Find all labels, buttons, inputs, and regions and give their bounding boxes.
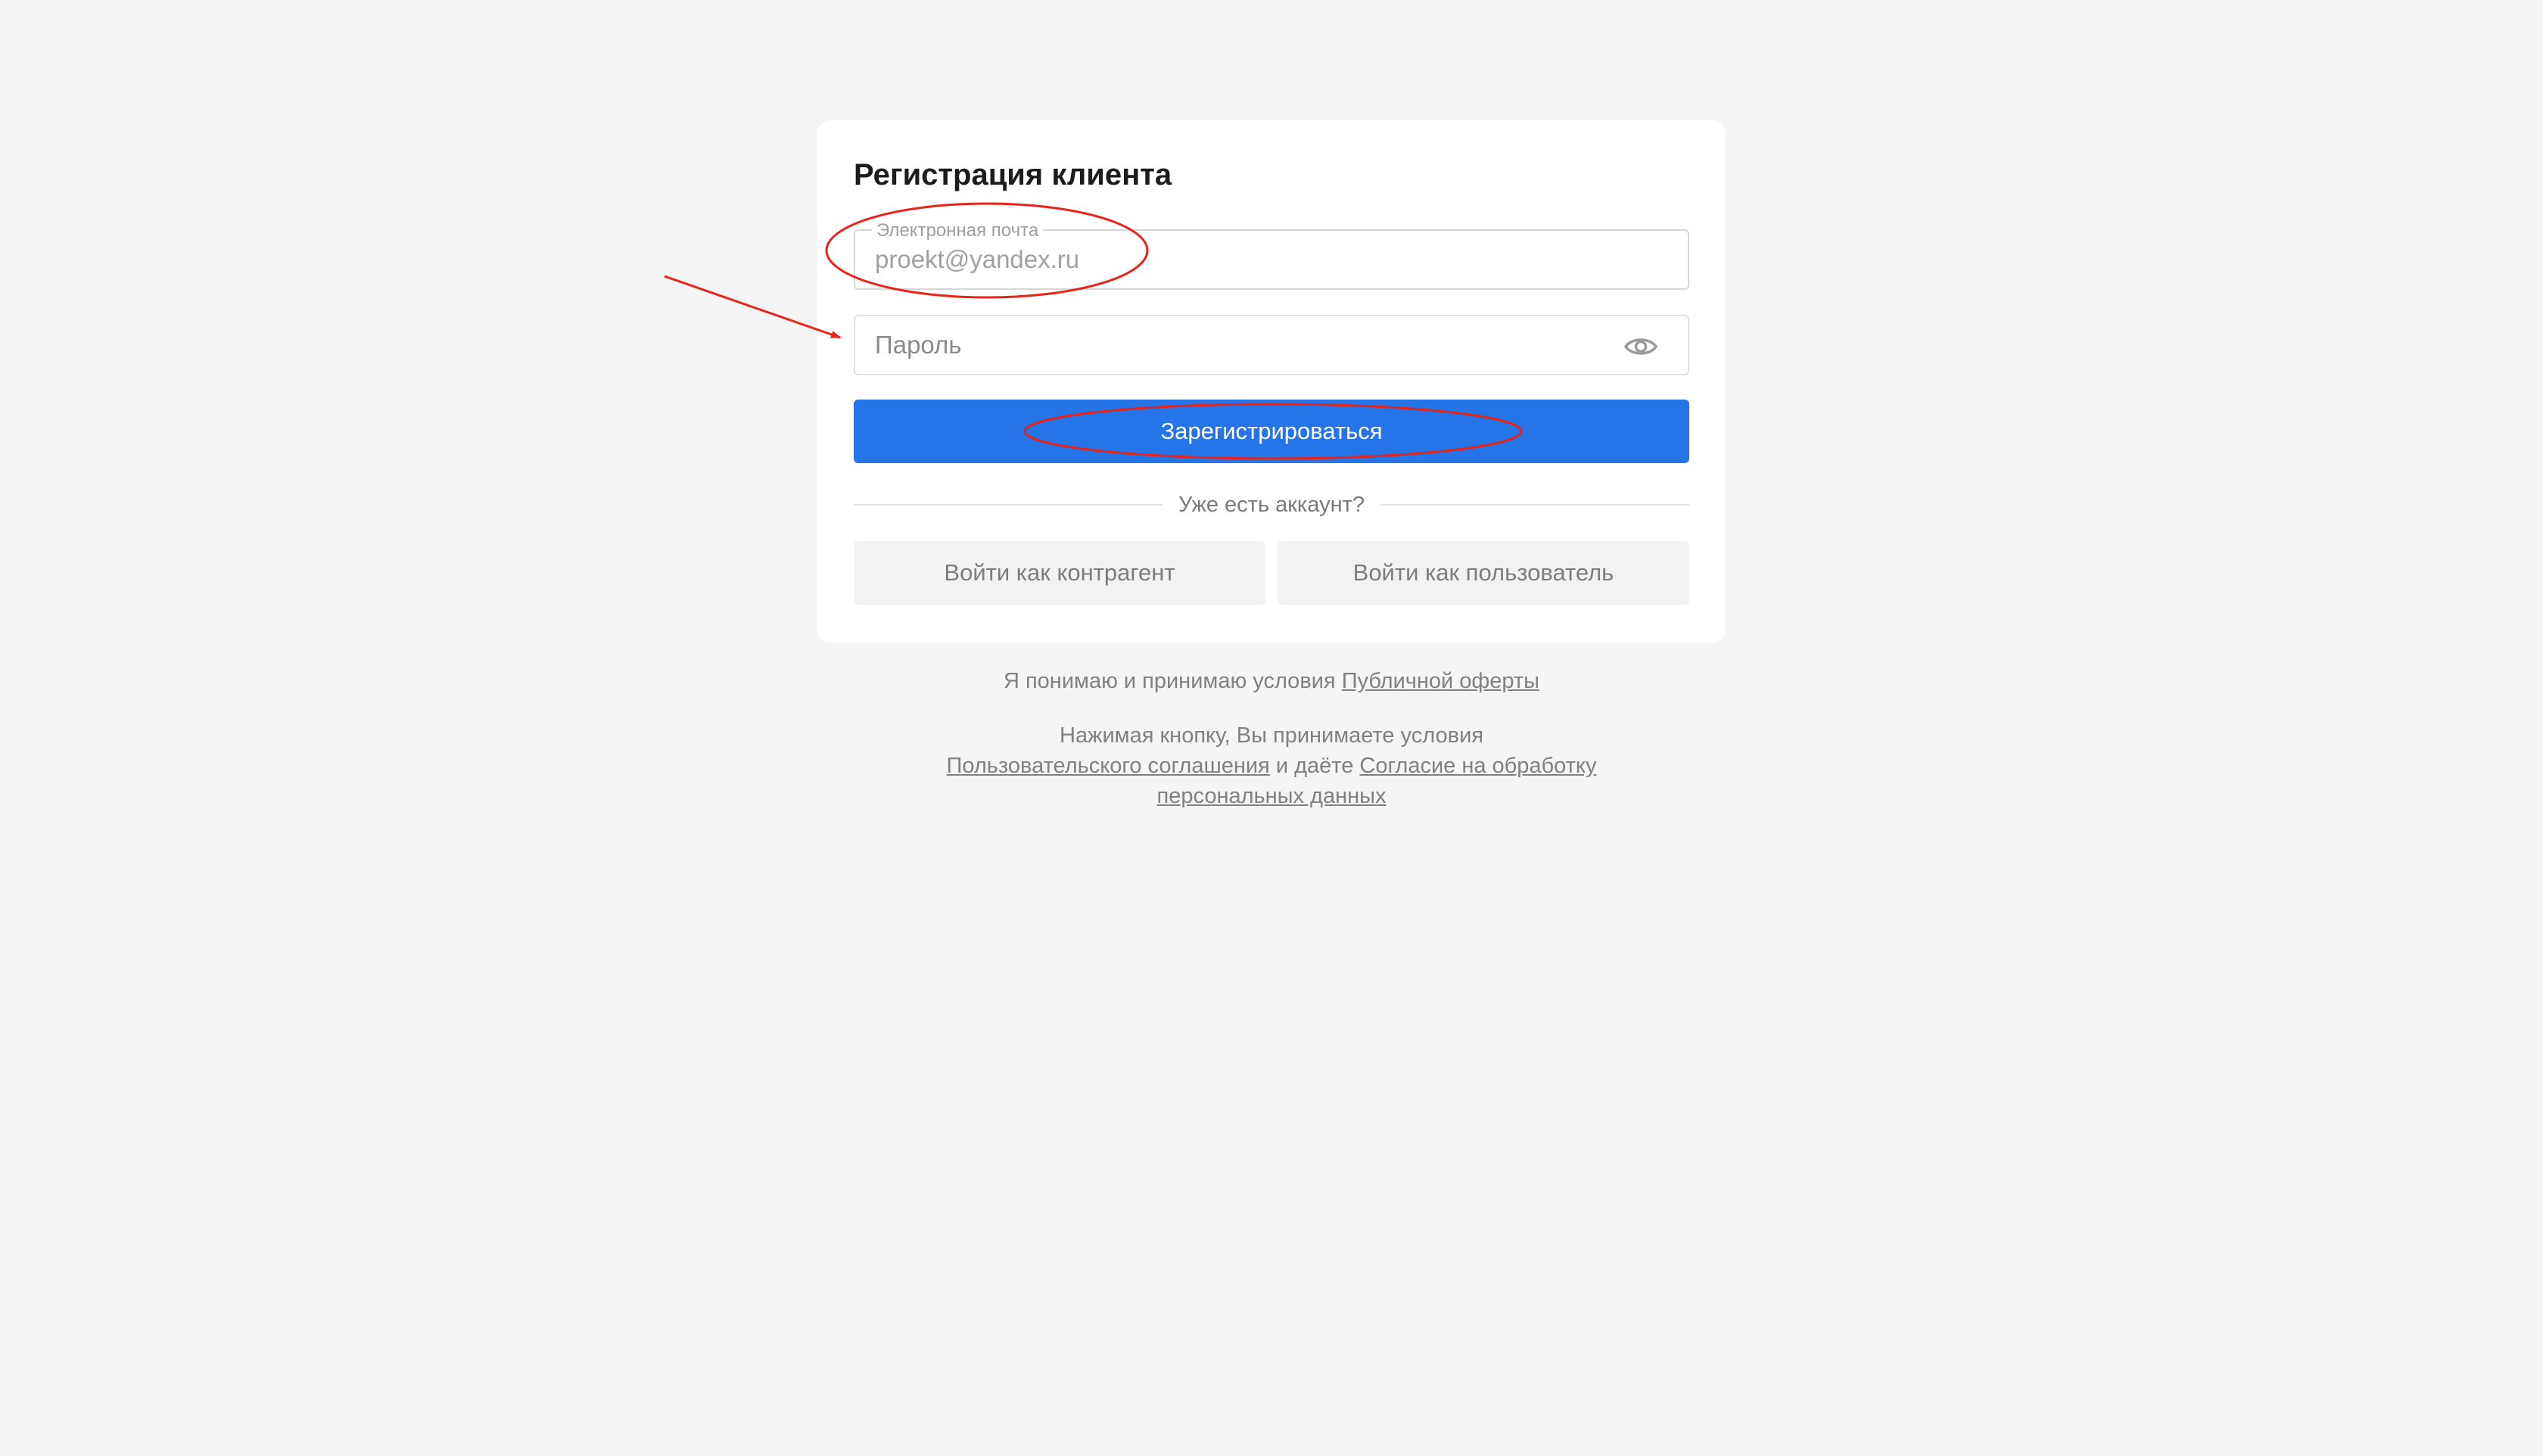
login-user-button[interactable]: Войти как пользователь: [1278, 541, 1689, 605]
page-title: Регистрация клиента: [854, 158, 1172, 191]
registration-card: Регистрация клиента Электронная почта pr…: [817, 120, 1726, 642]
annotation-arrow: [664, 275, 842, 339]
divider-line-right: [1380, 504, 1689, 506]
offer-prefix: Я понимаю и принимаю условия: [1003, 669, 1342, 693]
email-field-label: Электронная почта: [872, 221, 1044, 241]
agreement-prefix: Нажимая кнопку, Вы принимаете условия: [1060, 723, 1483, 748]
divider: Уже есть аккаунт?: [854, 490, 1689, 520]
email-field-value[interactable]: proekt@yandex.ru: [875, 244, 1079, 275]
agreement-middle: и даёте: [1269, 754, 1360, 778]
register-button[interactable]: Зарегистрироваться: [854, 400, 1689, 463]
password-field[interactable]: Пароль: [854, 315, 1689, 375]
password-field-placeholder[interactable]: Пароль: [875, 330, 962, 360]
offer-text: Я понимаю и принимаю условия Публичной о…: [931, 666, 1612, 696]
eye-icon[interactable]: [1623, 331, 1659, 362]
public-offer-link[interactable]: Публичной оферты: [1342, 669, 1539, 693]
user-agreement-link[interactable]: Пользовательского соглашения: [947, 754, 1270, 778]
agreement-text: Нажимая кнопку, Вы принимаете условия По…: [931, 720, 1612, 811]
login-contractor-button[interactable]: Войти как контрагент: [854, 541, 1265, 605]
email-field[interactable]: Электронная почта proekt@yandex.ru: [854, 221, 1689, 290]
